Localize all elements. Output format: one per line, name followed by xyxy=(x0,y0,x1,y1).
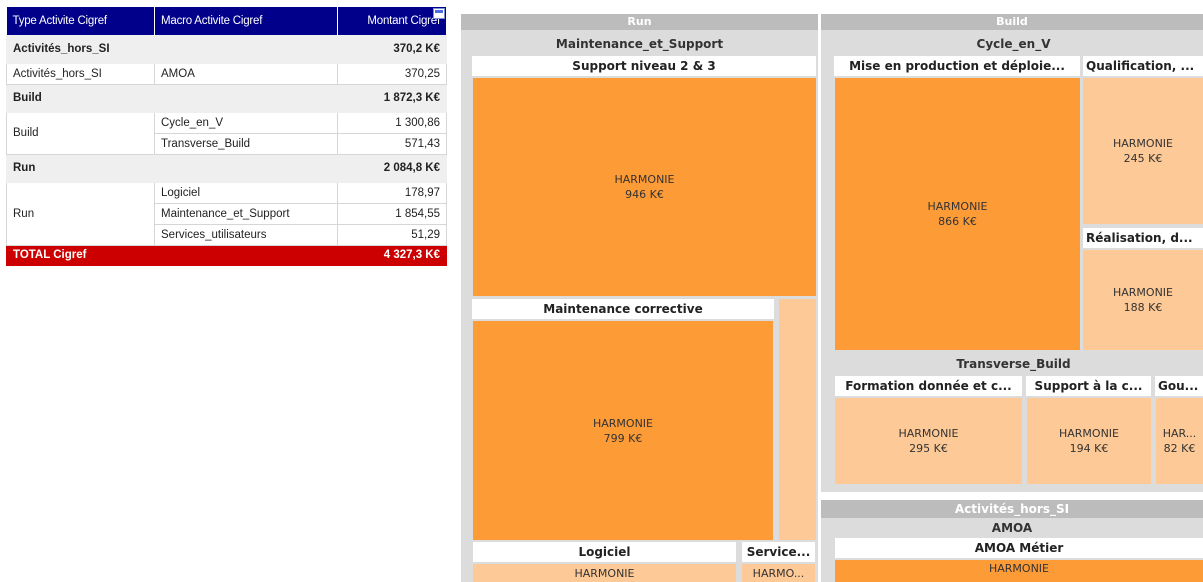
type-cell: Run xyxy=(6,181,155,246)
maintenance-small-tile[interactable] xyxy=(779,299,816,540)
gouvernance-tile[interactable]: HAR... 82 K€ xyxy=(1156,398,1203,484)
macro-cell: Transverse_Build xyxy=(154,132,338,155)
amount-cell: 178,97 xyxy=(337,181,447,204)
hors-si-panel: AMOA AMOA Métier HARMONIE xyxy=(821,518,1203,582)
pivot-table: Type Activite Cigref Macro Activite Cigr… xyxy=(6,7,447,266)
qualification-tile[interactable]: HARMONIE 245 K€ xyxy=(1083,78,1203,224)
maintenance-corrective-title[interactable]: Maintenance corrective xyxy=(472,299,774,319)
tile-name: HARMONIE xyxy=(1058,427,1119,440)
tile-value: 82 K€ xyxy=(1163,442,1196,455)
cycle-en-v-title[interactable]: Cycle_en_V xyxy=(824,34,1203,54)
group-total: 2 084,8 K€ xyxy=(337,153,447,183)
amoa-title[interactable]: AMOA xyxy=(821,518,1203,538)
tile-name: HARMONIE xyxy=(898,427,959,440)
group-label: Activités_hors_SI xyxy=(6,34,338,64)
table-row: Activités_hors_SI AMOA 370,25 xyxy=(6,62,447,85)
treemap-header-build[interactable]: Build xyxy=(821,14,1203,30)
treemap: Run Maintenance_et_Support Support nivea… xyxy=(461,14,1203,582)
support-conduite-tile[interactable]: HARMONIE 194 K€ xyxy=(1027,398,1151,484)
export-icon[interactable] xyxy=(433,8,445,19)
tile-value: 194 K€ xyxy=(1069,442,1109,455)
maintenance-corrective-tile[interactable]: HARMONIE 799 K€ xyxy=(473,321,773,540)
services-title[interactable]: Service... xyxy=(742,542,815,562)
table-row: Build Cycle_en_V 1 300,86 xyxy=(6,111,447,155)
transverse-build-title[interactable]: Transverse_Build xyxy=(824,354,1203,374)
amount-cell: 51,29 xyxy=(337,223,447,246)
amoa-metier-tile[interactable]: HARMONIE xyxy=(835,560,1203,582)
realisation-title[interactable]: Réalisation, d... xyxy=(1083,228,1203,248)
col-header-type[interactable]: Type Activite Cigref xyxy=(6,7,155,35)
support-niveau-title[interactable]: Support niveau 2 & 3 xyxy=(472,56,816,76)
maintenance-support-panel: Maintenance_et_Support Support niveau 2 … xyxy=(464,34,816,540)
col-header-amount[interactable]: Montant Cigref xyxy=(337,7,447,35)
support-conduite-title[interactable]: Support à la c... xyxy=(1026,376,1151,396)
tile-name: HARMONIE xyxy=(927,200,988,213)
group-label: Run xyxy=(6,153,338,183)
table-header-row: Type Activite Cigref Macro Activite Cigr… xyxy=(6,7,447,35)
tile-name: HARMONIE xyxy=(1112,286,1173,299)
tile-value: 188 K€ xyxy=(1123,301,1163,314)
support-niveau-tile[interactable]: HARMONIE 946 K€ xyxy=(473,78,816,296)
group-row-build: Build 1 872,3 K€ xyxy=(6,83,447,113)
group-total: 1 872,3 K€ xyxy=(337,83,447,113)
macro-cell: Services_utilisateurs xyxy=(154,223,338,246)
amount-cell: 1 854,55 xyxy=(337,202,447,225)
build-panel: Cycle_en_V Mise en production et déploie… xyxy=(821,30,1203,492)
total-value: 4 327,3 K€ xyxy=(337,244,447,266)
total-label: TOTAL Cigref xyxy=(6,244,338,266)
col-header-macro[interactable]: Macro Activite Cigref xyxy=(154,7,338,35)
type-cell: Activités_hors_SI xyxy=(6,62,155,85)
mep-title[interactable]: Mise en production et déploie... xyxy=(834,56,1080,76)
tile-value: 295 K€ xyxy=(909,442,948,455)
gouvernance-title[interactable]: Gou... xyxy=(1155,376,1203,396)
macro-cell: AMOA xyxy=(154,62,338,85)
treemap-header-hors-si[interactable]: Activités_hors_SI xyxy=(821,500,1203,518)
tile-name: HARMO... xyxy=(752,567,805,580)
tile-value: 946 K€ xyxy=(625,188,664,201)
tile-name: HARMONIE xyxy=(614,173,675,186)
group-total: 370,2 K€ xyxy=(337,34,447,64)
tile-name: HARMONIE xyxy=(1112,137,1173,150)
type-cell: Build xyxy=(6,111,155,155)
run-panel: Maintenance_et_Support Support niveau 2 … xyxy=(461,30,818,582)
macro-cell: Maintenance_et_Support xyxy=(154,202,338,225)
amoa-metier-title[interactable]: AMOA Métier xyxy=(835,538,1203,558)
transverse-build-panel: Transverse_Build Formation donnée et c..… xyxy=(824,354,1203,488)
formation-title[interactable]: Formation donnée et c... xyxy=(835,376,1022,396)
tile-name: HARMONIE xyxy=(574,567,635,580)
amount-cell: 370,25 xyxy=(337,62,447,85)
group-label: Build xyxy=(6,83,338,113)
table-row: Run Logiciel 178,97 xyxy=(6,181,447,246)
tile-name: HAR... xyxy=(1162,427,1197,440)
tile-name: HARMONIE xyxy=(988,562,1049,575)
tile-value: 245 K€ xyxy=(1123,152,1163,165)
macro-cell: Logiciel xyxy=(154,181,338,204)
treemap-header-run[interactable]: Run xyxy=(461,14,818,30)
group-row-run: Run 2 084,8 K€ xyxy=(6,153,447,183)
total-row: TOTAL Cigref 4 327,3 K€ xyxy=(6,244,447,266)
maintenance-support-title[interactable]: Maintenance_et_Support xyxy=(464,34,815,54)
cycle-en-v-panel: Cycle_en_V Mise en production et déploie… xyxy=(824,34,1203,350)
amount-cell: 1 300,86 xyxy=(337,111,447,134)
group-row-hors-si: Activités_hors_SI 370,2 K€ xyxy=(6,34,447,64)
logiciel-title[interactable]: Logiciel xyxy=(473,542,736,562)
col-header-amount-label: Montant Cigref xyxy=(367,14,440,27)
formation-tile[interactable]: HARMONIE 295 K€ xyxy=(835,398,1022,484)
mep-tile[interactable]: HARMONIE 866 K€ xyxy=(835,78,1080,350)
tile-value: 866 K€ xyxy=(938,215,977,228)
logiciel-tile[interactable]: HARMONIE xyxy=(473,564,736,582)
realisation-tile[interactable]: HARMONIE 188 K€ xyxy=(1083,250,1203,350)
tile-name: HARMONIE xyxy=(592,416,653,430)
tile-value: 799 K€ xyxy=(603,431,643,445)
amount-cell: 571,43 xyxy=(337,132,447,155)
macro-cell: Cycle_en_V xyxy=(154,111,338,134)
qualification-title[interactable]: Qualification, ... xyxy=(1083,56,1203,76)
services-tile[interactable]: HARMO... xyxy=(742,564,815,582)
